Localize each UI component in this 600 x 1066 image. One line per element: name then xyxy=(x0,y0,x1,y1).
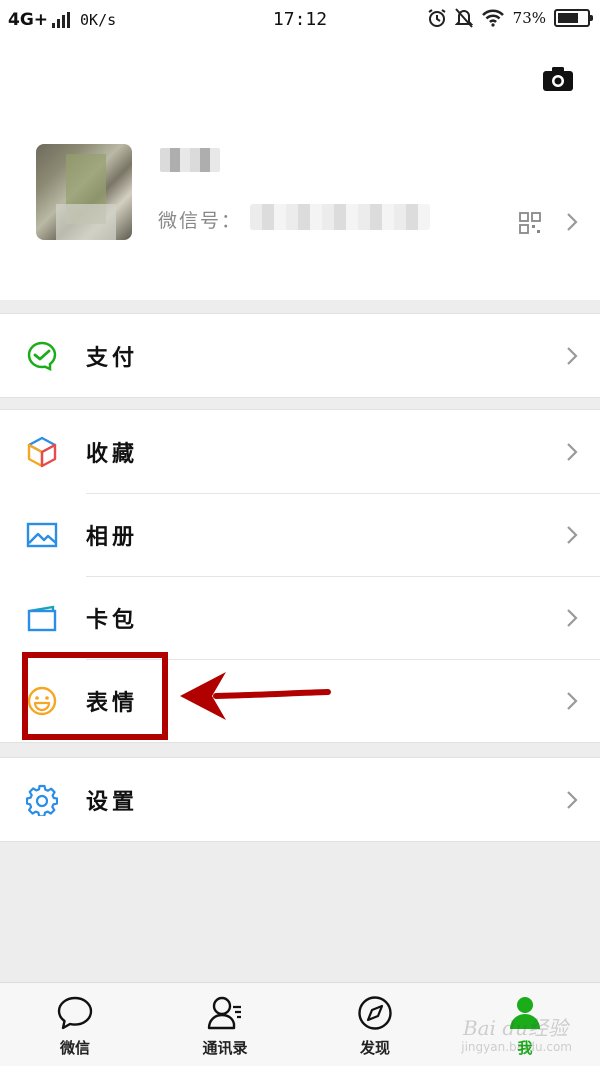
tab-chats[interactable]: 微信 xyxy=(15,983,135,1066)
wechat-id-label: 微信号： xyxy=(158,210,243,232)
nickname-blurred xyxy=(160,148,220,172)
menu-label-pay: 支付 xyxy=(86,346,139,371)
wifi-icon xyxy=(481,9,504,27)
avatar[interactable] xyxy=(36,144,132,240)
chevron-right-icon xyxy=(567,526,578,544)
chevron-right-icon xyxy=(567,213,578,231)
favorites-cube-icon xyxy=(27,436,57,468)
tab-label: 发现 xyxy=(359,1039,390,1057)
mute-bell-icon xyxy=(454,8,473,28)
tab-contacts[interactable]: 通讯录 xyxy=(165,983,285,1066)
contacts-icon xyxy=(207,996,241,1030)
menu-label-favorites: 收藏 xyxy=(86,442,139,467)
highlight-box xyxy=(22,652,168,740)
tab-label: 通讯录 xyxy=(202,1039,248,1057)
chevron-right-icon xyxy=(567,791,578,809)
watermark: Bai du经验 xyxy=(462,1016,568,1040)
menu-item-cards[interactable]: 卡包 xyxy=(0,576,600,659)
chevron-right-icon xyxy=(567,692,578,710)
menu-group-pay: 支付 xyxy=(0,313,600,398)
menu-group-settings: 设置 xyxy=(0,757,600,842)
qr-code-icon[interactable] xyxy=(519,212,541,234)
wechat-pay-icon xyxy=(27,341,57,371)
menu-label-cards: 卡包 xyxy=(86,608,139,633)
profile-header[interactable]: 微信号： xyxy=(0,40,600,300)
menu-item-album[interactable]: 相册 xyxy=(0,493,600,576)
annotation-arrow xyxy=(180,672,331,720)
alarm-icon xyxy=(428,9,446,27)
watermark-sub: jingyan.baidu.com xyxy=(461,1040,572,1054)
tab-discover[interactable]: 发现 xyxy=(315,983,435,1066)
tab-label: 微信 xyxy=(59,1039,90,1057)
chevron-right-icon xyxy=(567,347,578,365)
chat-bubble-icon xyxy=(57,996,93,1030)
gear-icon xyxy=(26,784,58,816)
status-bar: 4G+ 0K/s 17:12 73% xyxy=(0,0,600,40)
wechat-id-blurred xyxy=(250,204,430,230)
battery-percent: 73% xyxy=(512,9,546,27)
compass-icon xyxy=(358,996,392,1030)
chevron-right-icon xyxy=(567,609,578,627)
chevron-right-icon xyxy=(567,443,578,461)
menu-label-album: 相册 xyxy=(86,525,139,550)
menu-item-settings[interactable]: 设置 xyxy=(0,758,600,841)
album-icon xyxy=(26,522,58,548)
menu-item-pay[interactable]: 支付 xyxy=(0,314,600,397)
camera-icon[interactable] xyxy=(542,66,574,92)
menu-item-favorites[interactable]: 收藏 xyxy=(0,410,600,493)
battery-icon xyxy=(554,9,593,27)
card-wallet-icon xyxy=(27,605,57,632)
status-right: 73% xyxy=(427,8,593,28)
menu-label-settings: 设置 xyxy=(86,790,139,815)
